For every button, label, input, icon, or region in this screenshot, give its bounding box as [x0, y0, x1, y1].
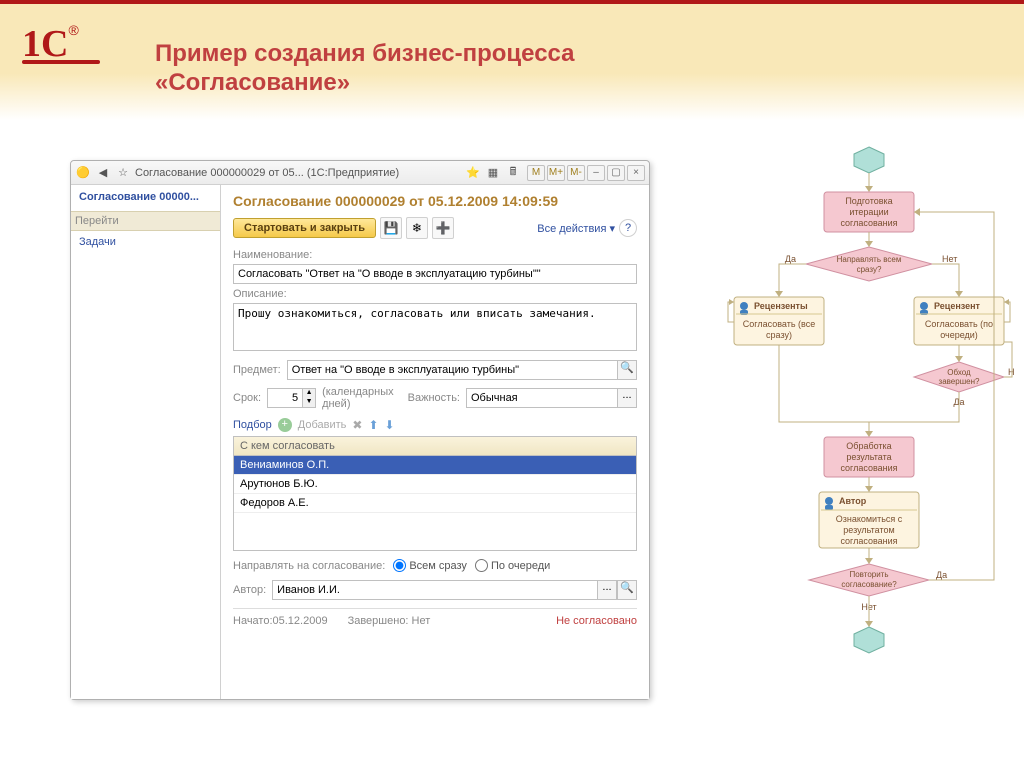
page-title: Пример создания бизнес-процесса «Согласо…: [155, 40, 575, 98]
svg-text:Нет: Нет: [1008, 367, 1014, 377]
down-icon[interactable]: ⬇: [385, 418, 395, 432]
app-icon: 🟡: [75, 165, 91, 181]
subject-field[interactable]: [287, 360, 617, 380]
maximize-button[interactable]: ▢: [607, 165, 625, 181]
route-queue-radio[interactable]: По очереди: [475, 559, 550, 572]
mem-mplus-button[interactable]: M+: [547, 165, 565, 181]
priority-field[interactable]: [466, 388, 617, 408]
grid-icon[interactable]: ▦: [485, 165, 501, 181]
deadline-unit: (календарных дней): [322, 386, 402, 410]
svg-text:Рецензенты: Рецензенты: [754, 301, 808, 311]
calc-icon[interactable]: 🖩: [505, 165, 521, 181]
deadline-label: Срок:: [233, 392, 261, 404]
priority-select-icon[interactable]: ...: [617, 388, 637, 408]
nav-title: Согласование 00000...: [79, 191, 212, 203]
nav-panel: Согласование 00000... Перейти Задачи: [71, 185, 221, 699]
tool-icon-1[interactable]: ❄: [406, 217, 428, 239]
flow-start-icon: [854, 147, 884, 173]
svg-text:результатом: результатом: [843, 525, 894, 535]
svg-text:сразу?: сразу?: [857, 265, 882, 274]
svg-text:Рецензент: Рецензент: [934, 301, 981, 311]
svg-text:согласования: согласования: [840, 463, 897, 473]
table-row[interactable]: Арутюнов Б.Ю.: [234, 475, 636, 494]
svg-text:Да: Да: [785, 254, 796, 264]
mem-mminus-button[interactable]: M-: [567, 165, 585, 181]
author-select-icon[interactable]: ...: [597, 580, 617, 600]
grid-header: С кем согласовать: [234, 437, 636, 456]
name-label: Наименование:: [233, 249, 637, 261]
status-started: Начато:05.12.2009: [233, 615, 328, 627]
svg-text:Согласовать (по: Согласовать (по: [925, 319, 993, 329]
table-row[interactable]: Вениаминов О.П.: [234, 456, 636, 475]
all-actions-link[interactable]: Все действия ▾: [537, 222, 615, 235]
save-icon[interactable]: 💾: [380, 217, 402, 239]
subject-label: Предмет:: [233, 364, 281, 376]
name-field[interactable]: [233, 264, 637, 284]
table-row[interactable]: Федоров А.Е.: [234, 494, 636, 513]
app-window: 🟡 ◀ ☆ Согласование 000000029 от 05... (1…: [70, 160, 650, 700]
mem-m-button[interactable]: M: [527, 165, 545, 181]
svg-text:Автор: Автор: [839, 496, 867, 506]
form-title: Согласование 000000029 от 05.12.2009 14:…: [233, 193, 637, 209]
approvers-grid[interactable]: С кем согласовать Вениаминов О.П. Арутюн…: [233, 436, 637, 551]
close-button[interactable]: ×: [627, 165, 645, 181]
author-field[interactable]: [272, 580, 597, 600]
priority-label: Важность:: [408, 392, 460, 404]
star-icon[interactable]: ☆: [115, 165, 131, 181]
start-close-button[interactable]: Стартовать и закрыть: [233, 218, 376, 238]
add-icon[interactable]: +: [278, 418, 292, 432]
window-title: Согласование 000000029 от 05... (1С:Пред…: [135, 167, 399, 179]
help-icon[interactable]: ?: [619, 219, 637, 237]
subject-lookup-icon[interactable]: 🔍: [617, 360, 637, 380]
pick-link[interactable]: Подбор: [233, 419, 272, 431]
route-label: Направлять на согласование:: [233, 560, 385, 572]
status-result: Не согласовано: [556, 615, 637, 627]
svg-text:Повторить: Повторить: [849, 570, 888, 579]
svg-text:итерации: итерации: [849, 207, 888, 217]
flow-end-icon: [854, 627, 884, 653]
svg-text:согласования: согласования: [840, 536, 897, 546]
desc-field[interactable]: [233, 303, 637, 351]
svg-text:Ознакомиться с: Ознакомиться с: [836, 514, 903, 524]
svg-text:Подготовка: Подготовка: [845, 196, 892, 206]
logo-1c: 1C®: [22, 22, 100, 64]
svg-text:Нет: Нет: [942, 254, 957, 264]
flowchart: Подготовка итерации согласования Направл…: [724, 142, 1014, 712]
svg-text:Направлять всем: Направлять всем: [837, 255, 902, 264]
spin-up-icon[interactable]: ▲: [303, 389, 315, 398]
add-link[interactable]: Добавить: [298, 419, 347, 431]
nav-section: Перейти: [71, 211, 220, 231]
svg-text:Обход: Обход: [947, 368, 971, 377]
svg-text:Да: Да: [936, 570, 947, 580]
delete-icon[interactable]: ✖: [352, 418, 362, 432]
back-icon[interactable]: ◀: [95, 165, 111, 181]
minimize-button[interactable]: –: [587, 165, 605, 181]
route-all-radio[interactable]: Всем сразу: [393, 559, 467, 572]
form-area: Согласование 000000029 от 05.12.2009 14:…: [221, 185, 649, 699]
svg-text:завершен?: завершен?: [939, 377, 980, 386]
fav-icon[interactable]: ⭐: [465, 165, 481, 181]
svg-text:Согласовать (все: Согласовать (все: [743, 319, 815, 329]
svg-text:сразу): сразу): [766, 330, 792, 340]
spin-down-icon[interactable]: ▼: [303, 398, 315, 407]
author-label: Автор:: [233, 584, 266, 596]
svg-text:согласование?: согласование?: [841, 580, 897, 589]
tool-icon-2[interactable]: ➕: [432, 217, 454, 239]
svg-text:очереди): очереди): [940, 330, 978, 340]
svg-text:результата: результата: [846, 452, 891, 462]
desc-label: Описание:: [233, 288, 637, 300]
deadline-field[interactable]: [267, 388, 303, 408]
svg-text:Обработка: Обработка: [846, 441, 891, 451]
svg-text:согласования: согласования: [840, 218, 897, 228]
up-icon[interactable]: ⬆: [368, 418, 378, 432]
status-finished: Завершено: Нет: [348, 615, 431, 627]
nav-link-tasks[interactable]: Задачи: [79, 233, 212, 251]
author-lookup-icon[interactable]: 🔍: [617, 580, 637, 600]
